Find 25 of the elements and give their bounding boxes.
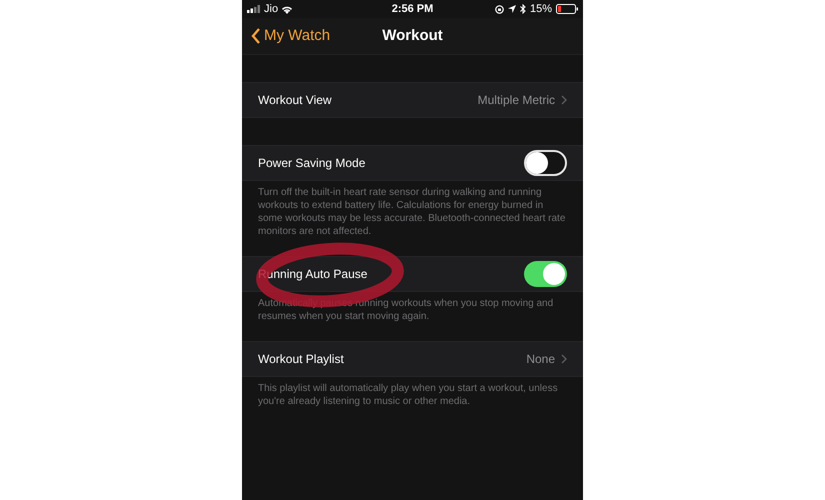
- carrier-name: Jio: [264, 2, 278, 17]
- chevron-right-icon: [561, 354, 567, 364]
- row-label: Power Saving Mode: [258, 155, 366, 172]
- settings-link-row[interactable]: Workout Playlist None: [242, 341, 583, 377]
- toggle-switch[interactable]: [524, 261, 567, 287]
- location-arrow-icon: [508, 5, 516, 13]
- battery-percentage: 15%: [530, 2, 552, 17]
- signal-icon: [247, 5, 261, 13]
- row-value: Multiple Metric: [478, 92, 555, 109]
- battery-icon: [556, 4, 578, 14]
- chevron-right-icon: [561, 95, 567, 105]
- rotation-lock-icon: [494, 4, 504, 14]
- toggle-switch[interactable]: [524, 150, 567, 176]
- clock-time: 2:56 PM: [392, 2, 434, 17]
- footer-note: Turn off the built-in heart rate sensor during walking and running workouts to extend battery life. Calculations for energy burned in some workouts may be less accurate. Bluetooth-connected heart rate monitors are not affected.: [257, 186, 566, 239]
- settings-link-row[interactable]: Workout View Multiple Metric: [242, 82, 583, 118]
- wifi-icon: [281, 4, 294, 14]
- screen-title: Workout: [382, 26, 443, 46]
- bluetooth-icon: [520, 4, 526, 14]
- row-label: Workout Playlist: [258, 351, 344, 368]
- footer-note: This playlist will automatically play when you start a workout, unless you're already listening to music or other media.: [257, 382, 559, 409]
- chevron-left-icon: [251, 28, 261, 44]
- back-button[interactable]: My Watch: [242, 24, 330, 48]
- row-value: None: [526, 351, 555, 368]
- row-label: Workout View: [258, 92, 332, 109]
